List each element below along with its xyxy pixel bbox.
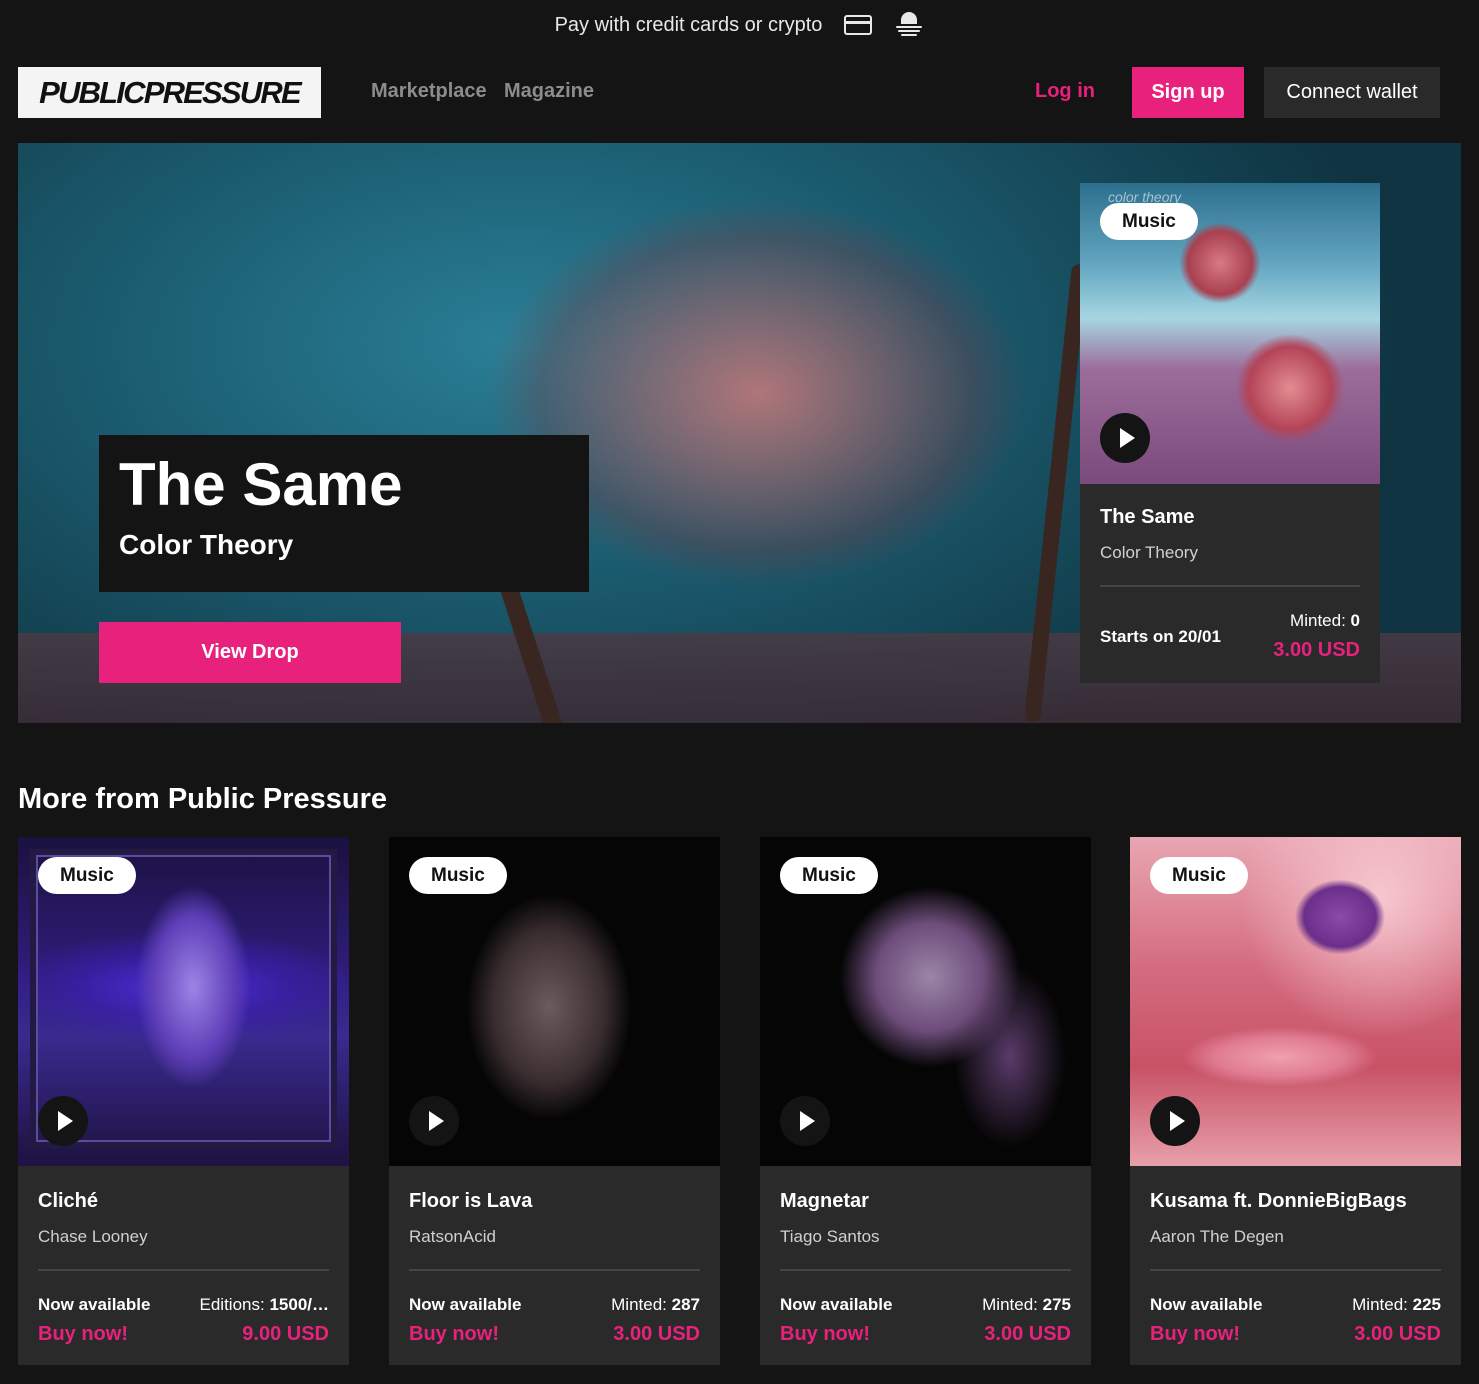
minted-count: Minted: 225: [1352, 1295, 1441, 1314]
play-icon[interactable]: [1100, 413, 1150, 463]
featured-card[interactable]: color theory Music The Same Color Theory…: [1080, 183, 1380, 683]
featured-name: The Same: [1100, 506, 1195, 528]
availability-status: Now available: [409, 1295, 522, 1314]
category-badge: Music: [409, 857, 507, 894]
credit-card-icon: [844, 15, 873, 35]
minted-count: Minted: 0: [1290, 611, 1360, 630]
connect-wallet-button[interactable]: Connect wallet: [1264, 67, 1440, 118]
buy-now-link[interactable]: Buy now!: [780, 1323, 870, 1346]
nav-link-marketplace[interactable]: Marketplace: [371, 80, 487, 103]
section-title: More from Public Pressure: [18, 783, 388, 815]
signup-button[interactable]: Sign up: [1132, 67, 1244, 118]
crypto-icon: [894, 11, 924, 39]
card-artwork[interactable]: Music: [1130, 837, 1461, 1166]
view-drop-button[interactable]: View Drop: [99, 622, 401, 683]
card-artwork[interactable]: Music: [18, 837, 349, 1166]
play-icon[interactable]: [409, 1096, 459, 1146]
category-badge: Music: [1150, 857, 1248, 894]
category-badge: Music: [1100, 203, 1198, 240]
featured-artwork[interactable]: color theory Music: [1080, 183, 1380, 484]
nft-card[interactable]: Music Kusama ft. DonnieBigBags Aaron The…: [1130, 837, 1461, 1365]
card-price: 3.00 USD: [984, 1323, 1071, 1345]
card-name: Floor is Lava: [409, 1190, 533, 1212]
availability-status: Now available: [38, 1295, 151, 1314]
nft-card[interactable]: Music Cliché Chase Looney Now available …: [18, 837, 349, 1365]
editions-count: Editions: 1500/…: [199, 1295, 329, 1314]
play-icon[interactable]: [38, 1096, 88, 1146]
login-link[interactable]: Log in: [1035, 80, 1095, 103]
card-artwork[interactable]: Music: [389, 837, 720, 1166]
buy-now-link[interactable]: Buy now!: [1150, 1323, 1240, 1346]
hero-banner: The Same Color Theory View Drop color th…: [18, 143, 1461, 723]
minted-count: Minted: 275: [982, 1295, 1071, 1314]
card-price: 3.00 USD: [613, 1323, 700, 1345]
card-artist: Chase Looney: [38, 1227, 148, 1246]
logo[interactable]: PUBLICPRESSURE: [18, 67, 321, 118]
nft-card[interactable]: Music Floor is Lava RatsonAcid Now avail…: [389, 837, 720, 1365]
minted-count: Minted: 287: [611, 1295, 700, 1314]
nft-card[interactable]: Music Magnetar Tiago Santos Now availabl…: [760, 837, 1091, 1365]
buy-now-link[interactable]: Buy now!: [409, 1323, 499, 1346]
promo-text: Pay with credit cards or crypto: [554, 13, 823, 36]
card-artist: RatsonAcid: [409, 1227, 496, 1246]
top-nav: PUBLICPRESSURE Marketplace Magazine Log …: [0, 67, 1479, 118]
category-badge: Music: [780, 857, 878, 894]
card-price: 9.00 USD: [242, 1323, 329, 1345]
starts-date: Starts on 20/01: [1100, 627, 1221, 646]
card-artwork[interactable]: Music: [760, 837, 1091, 1166]
card-name: Kusama ft. DonnieBigBags: [1150, 1190, 1407, 1212]
play-icon[interactable]: [780, 1096, 830, 1146]
nav-link-magazine[interactable]: Magazine: [504, 80, 594, 103]
hero-subtitle: Color Theory: [119, 529, 294, 560]
card-artist: Aaron The Degen: [1150, 1227, 1284, 1246]
play-icon[interactable]: [1150, 1096, 1200, 1146]
card-artist: Tiago Santos: [780, 1227, 880, 1246]
category-badge: Music: [38, 857, 136, 894]
card-name: Cliché: [38, 1190, 99, 1212]
buy-now-link[interactable]: Buy now!: [38, 1323, 128, 1346]
hero-title: The Same: [119, 451, 403, 518]
featured-artist: Color Theory: [1100, 543, 1198, 562]
availability-status: Now available: [780, 1295, 893, 1314]
availability-status: Now available: [1150, 1295, 1263, 1314]
promo-bar: Pay with credit cards or crypto: [0, 0, 1479, 50]
hero-title-box: The Same Color Theory: [99, 435, 589, 592]
card-name: Magnetar: [780, 1190, 869, 1212]
card-price: 3.00 USD: [1354, 1323, 1441, 1345]
featured-price: 3.00 USD: [1273, 639, 1360, 661]
